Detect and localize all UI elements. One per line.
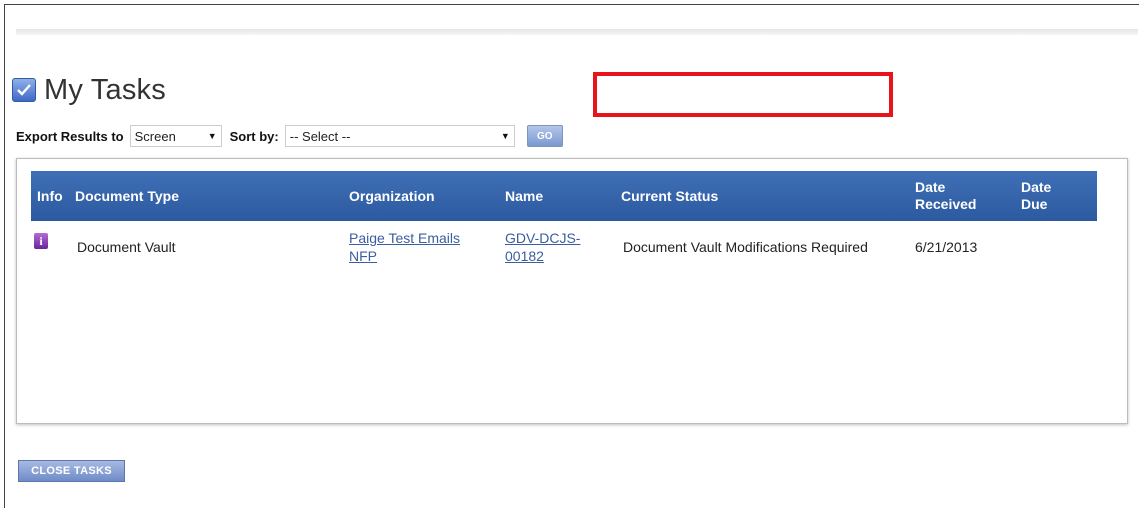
- checkbox-icon: [12, 78, 36, 102]
- tasks-panel: Info Document Type Organization Name Cur…: [16, 158, 1128, 424]
- name-link-line1: GDV-DCJS-: [505, 230, 581, 246]
- header-name: Name: [505, 187, 544, 204]
- export-select-value: Screen: [134, 128, 176, 144]
- name-link[interactable]: GDV-DCJS- 00182: [505, 229, 580, 265]
- header-document-type: Document Type: [75, 187, 179, 204]
- export-label: Export Results to: [16, 128, 124, 144]
- cell-document-type: Document Vault: [77, 239, 176, 255]
- chevron-down-icon: ▼: [500, 131, 510, 141]
- name-link-line2: 00182: [505, 248, 544, 264]
- header-date-due-line2: Due: [1021, 196, 1048, 212]
- go-button[interactable]: GO: [526, 125, 563, 147]
- export-select[interactable]: Screen ▼: [129, 125, 222, 147]
- header-date-received: Date Received: [915, 171, 976, 221]
- info-icon[interactable]: i: [34, 233, 48, 249]
- page-header: My Tasks: [12, 72, 166, 108]
- header-date-received-line2: Received: [915, 196, 977, 212]
- header-date-due-line1: Date: [1021, 179, 1052, 195]
- sort-select[interactable]: -- Select -- ▼: [284, 125, 515, 147]
- table-row: i Document Vault Paige Test Emails NFP G…: [31, 223, 1097, 283]
- organization-link[interactable]: Paige Test Emails NFP: [349, 229, 460, 265]
- sort-label: Sort by:: [229, 128, 279, 144]
- header-current-status: Current Status: [621, 187, 719, 204]
- table-header: Info Document Type Organization Name Cur…: [31, 171, 1097, 221]
- top-divider: [16, 29, 1138, 35]
- header-info: Info: [37, 187, 63, 204]
- sort-select-value: -- Select --: [289, 128, 351, 144]
- organization-link-line1: Paige Test Emails: [349, 230, 461, 246]
- results-controls: Export Results to Screen ▼ Sort by: -- S…: [16, 122, 563, 150]
- header-date-received-line1: Date: [915, 179, 946, 195]
- cell-current-status: Document Vault Modifications Required: [623, 239, 868, 255]
- chevron-down-icon: ▼: [207, 131, 217, 141]
- status-highlight-box: [593, 72, 893, 117]
- header-organization: Organization: [349, 187, 435, 204]
- close-tasks-button[interactable]: CLOSE TASKS: [18, 460, 125, 482]
- header-date-due: Date Due: [1021, 171, 1051, 221]
- page-title: My Tasks: [44, 73, 166, 106]
- cell-date-received: 6/21/2013: [915, 239, 978, 255]
- organization-link-line2: NFP: [349, 248, 377, 264]
